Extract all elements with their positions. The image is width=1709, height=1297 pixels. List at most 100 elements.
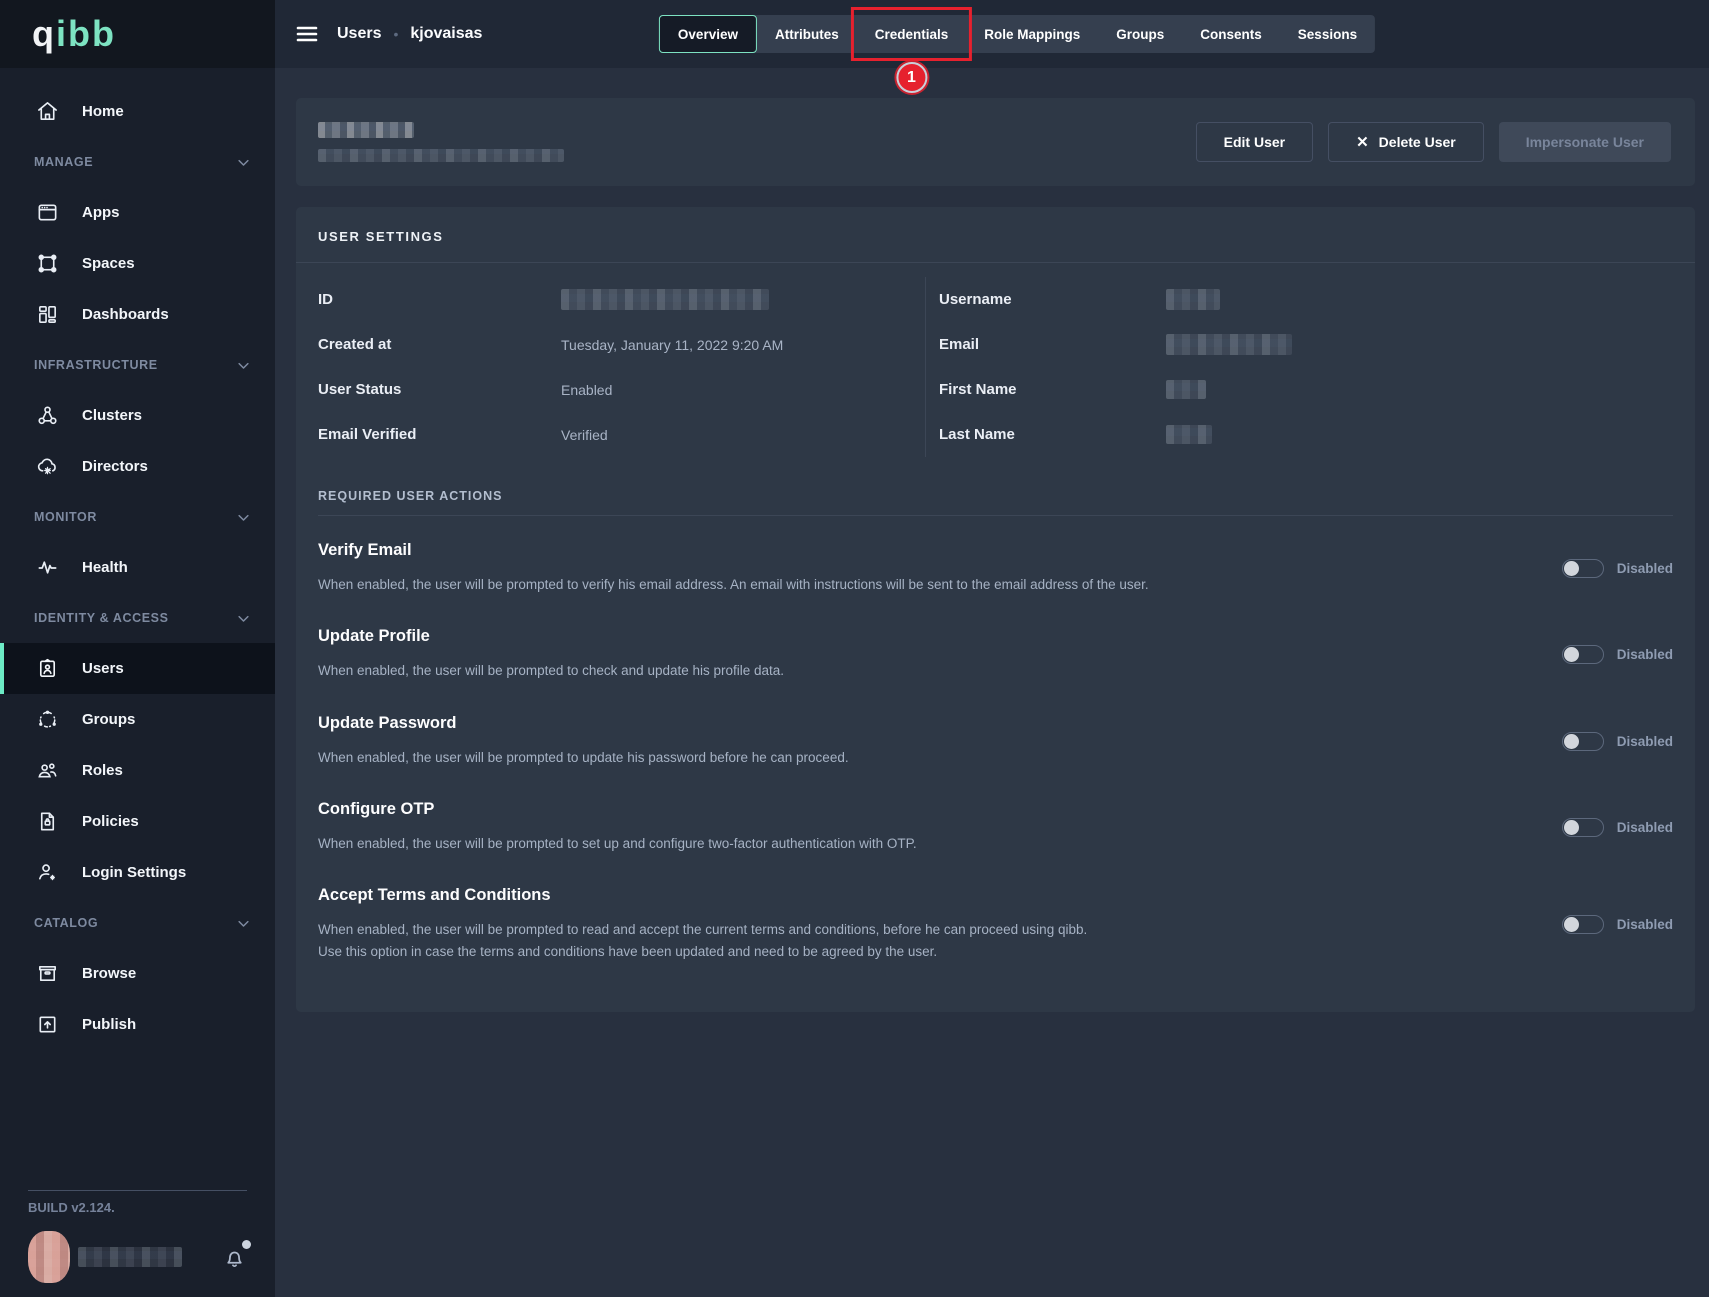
verify-email-toggle[interactable] [1562,559,1604,578]
chevron-down-icon [236,916,251,931]
tab-sessions[interactable]: Sessions [1280,15,1375,53]
sidebar-item-label: Clusters [82,407,142,424]
toggle-knob [1564,917,1579,932]
sidebar-item-label: Apps [82,204,120,221]
toggle-state-label: Disabled [1617,734,1673,749]
toggle-block: Disabled [1562,645,1673,664]
policies-icon [34,810,60,833]
action-update-profile: Update Profile When enabled, the user wi… [318,602,1673,688]
tab-attributes[interactable]: Attributes [757,15,857,53]
toggle-state-label: Disabled [1617,561,1673,576]
sidebar-section-infrastructure[interactable]: INFRASTRUCTURE [0,340,275,390]
sidebar-section-catalog[interactable]: CATALOG [0,898,275,948]
sidebar-item-dashboards[interactable]: Dashboards [0,289,275,340]
sidebar-section-manage[interactable]: MANAGE [0,137,275,187]
delete-user-button[interactable]: ✕Delete User [1328,122,1484,162]
impersonate-user-button[interactable]: Impersonate User [1499,122,1671,162]
sidebar-section-monitor[interactable]: MONITOR [0,492,275,542]
user-identity [318,122,564,162]
avatar[interactable] [28,1231,70,1283]
field-label: Email [939,336,1166,353]
section-label: MANAGE [34,155,93,169]
tab-credentials-label: Credentials [875,27,949,42]
toggle-state-label: Disabled [1617,820,1673,835]
main-area: Users • kjovaisas Overview Attributes Cr… [275,0,1709,1297]
sidebar-section-identity-access[interactable]: IDENTITY & ACCESS [0,593,275,643]
spaces-icon [34,252,60,275]
tab-groups[interactable]: Groups [1098,15,1182,53]
sidebar-item-label: Dashboards [82,306,169,323]
accept-terms-toggle[interactable] [1562,915,1604,934]
section-label: CATALOG [34,916,98,930]
action-description: When enabled, the user will be prompted … [318,833,917,855]
publish-icon [34,1013,60,1036]
field-value: Enabled [561,382,612,398]
sidebar-item-publish[interactable]: Publish [0,999,275,1050]
field-id: ID [296,277,925,322]
sidebar-item-apps[interactable]: Apps [0,187,275,238]
redacted-username-value [1166,289,1220,310]
sidebar-item-label: Roles [82,762,123,779]
field-first-name: First Name [926,367,1695,412]
tab-overview[interactable]: Overview [659,15,757,53]
tab-role-mappings[interactable]: Role Mappings [966,15,1098,53]
redacted-last-name-value [1166,425,1212,444]
sidebar-item-groups[interactable]: Groups [0,694,275,745]
sidebar-item-clusters[interactable]: Clusters [0,390,275,441]
hamburger-menu-icon[interactable] [296,25,318,43]
tab-credentials[interactable]: Credentials 1 [857,15,967,53]
field-value: Verified [561,427,608,443]
sidebar-item-health[interactable]: Health [0,542,275,593]
sidebar-item-label: Home [82,103,124,120]
sidebar-item-directors[interactable]: Directors [0,441,275,492]
x-icon: ✕ [1356,133,1369,151]
toggle-knob [1564,820,1579,835]
groups-icon [34,708,60,731]
sidebar: qibb Home MANAGE Apps Spaces [0,0,275,1297]
sidebar-item-roles[interactable]: Roles [0,745,275,796]
action-title: Update Profile [318,627,784,646]
field-user-status: User Status Enabled [296,367,925,412]
update-profile-toggle[interactable] [1562,645,1604,664]
sidebar-item-label: Spaces [82,255,135,272]
qibb-logo[interactable]: qibb [32,16,116,52]
notifications-button[interactable] [222,1245,247,1270]
configure-otp-toggle[interactable] [1562,818,1604,837]
field-created-at: Created at Tuesday, January 11, 2022 9:2… [296,322,925,367]
sidebar-item-label: Groups [82,711,135,728]
sidebar-item-browse[interactable]: Browse [0,948,275,999]
update-password-toggle[interactable] [1562,732,1604,751]
action-title: Verify Email [318,541,1149,560]
sidebar-item-policies[interactable]: Policies [0,796,275,847]
edit-user-label: Edit User [1224,134,1285,150]
sidebar-item-home[interactable]: Home [0,86,275,137]
content: Edit User ✕Delete User Impersonate User … [275,68,1709,1012]
chevron-down-icon [236,358,251,373]
user-settings-header: USER SETTINGS [296,207,1695,263]
user-header-card: Edit User ✕Delete User Impersonate User [296,98,1695,186]
redacted-id-value [561,289,769,310]
tab-consents[interactable]: Consents [1182,15,1280,53]
sidebar-item-users[interactable]: Users [0,643,275,694]
logo-letter-q: q [32,13,56,54]
sidebar-item-spaces[interactable]: Spaces [0,238,275,289]
field-email: Email [926,322,1695,367]
required-user-actions: REQUIRED USER ACTIONS Verify Email When … [296,489,1695,970]
health-icon [34,556,60,579]
sidebar-item-login-settings[interactable]: Login Settings [0,847,275,898]
edit-user-button[interactable]: Edit User [1196,122,1313,162]
breadcrumb-users[interactable]: Users [337,25,381,43]
sidebar-item-label: Health [82,559,128,576]
user-settings-card: USER SETTINGS ID Created at Tuesday, Jan… [296,207,1695,1012]
sidebar-item-label: Users [82,660,124,677]
redacted-user-display-name [318,122,414,138]
field-label: First Name [939,381,1166,398]
breadcrumb-separator: • [393,26,398,42]
home-icon [34,100,60,123]
section-label: INFRASTRUCTURE [34,358,158,372]
action-title: Accept Terms and Conditions [318,886,1087,905]
sidebar-item-label: Policies [82,813,139,830]
redacted-user-details [318,149,564,162]
field-username: Username [926,277,1695,322]
fields-left-column: ID Created at Tuesday, January 11, 2022 … [296,277,925,457]
